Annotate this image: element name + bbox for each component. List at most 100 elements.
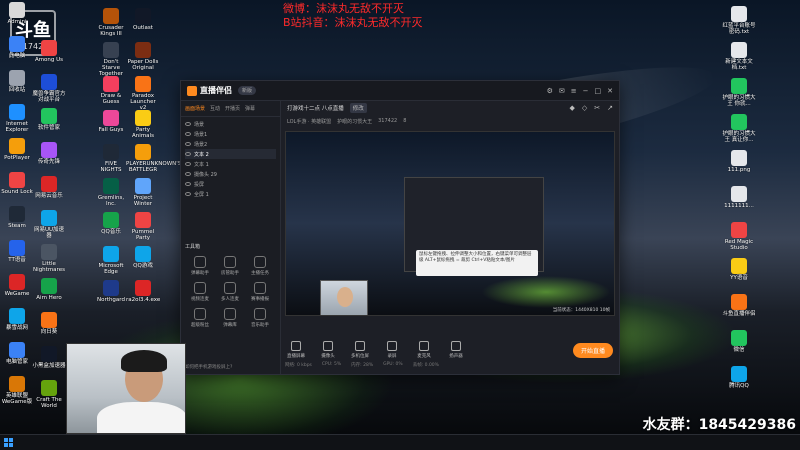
eye-icon[interactable] <box>185 182 191 186</box>
desktop-icon[interactable]: 向日葵 <box>32 312 66 335</box>
version-pill[interactable]: 新版 <box>238 86 257 95</box>
clip-icon[interactable]: ✂ <box>594 104 600 112</box>
left-tab[interactable]: 互动 <box>210 105 220 112</box>
windows-start-icon[interactable] <box>0 435 16 450</box>
desktop-icon[interactable]: WeGame <box>0 274 34 297</box>
camera-source-thumbnail[interactable] <box>320 280 368 315</box>
desktop-icon[interactable]: PLAYERUNKNOWN'S BATTLEGR <box>126 144 181 173</box>
eye-icon[interactable] <box>185 162 191 166</box>
tool-item[interactable]: 音乐助手 <box>245 308 275 328</box>
desktop-icon[interactable]: 传奇先锋 <box>32 142 66 165</box>
desktop-icon[interactable]: YY语音 <box>722 258 756 281</box>
desktop-icon[interactable]: Project Winter <box>126 178 160 207</box>
desktop-icon[interactable]: Party Animals <box>126 110 160 139</box>
desktop-icon[interactable]: 回收站 <box>0 70 34 93</box>
desktop-icon[interactable]: Crusader Kings III <box>94 8 128 37</box>
desktop-icon[interactable]: FIVE NIGHTS <box>94 144 128 173</box>
desktop-icon[interactable]: 此电脑 <box>0 36 34 59</box>
tool-item[interactable]: 弹幕库 <box>215 308 245 328</box>
gift-icon[interactable]: ◆ <box>569 104 574 112</box>
left-tab[interactable]: 弹幕 <box>245 105 255 112</box>
left-tab[interactable]: 开播页 <box>225 105 240 112</box>
stream-preview[interactable]: 鼠标左键拖拽、拉伸调整大小和位置，右键菜单可调整层级 ALT+鼠标拖拽 = 裁剪… <box>285 131 615 316</box>
desktop-icon[interactable]: Microsoft Edge <box>94 246 128 275</box>
streaming-app-window[interactable]: 直播伴侣 新版 ⚙ ✉ ≡ − □ ✕ 画面场景 互动 开播页 弹幕 场景 场景1 场景2… <box>180 80 620 375</box>
desktop-icon[interactable]: 斗鱼直播伴侣 <box>722 294 756 317</box>
desktop-icon[interactable]: 暴雪战网 <box>0 308 34 331</box>
desktop-icon[interactable]: 电脑管家 <box>0 342 34 365</box>
tool-item[interactable]: 弹幕助手 <box>185 256 215 276</box>
app-titlebar[interactable]: 直播伴侣 新版 ⚙ ✉ ≡ − □ ✕ <box>181 81 619 101</box>
desktop-icon[interactable]: 腾讯QQ <box>722 366 756 389</box>
scene-row[interactable]: 场景2 <box>185 139 276 149</box>
bottom-tool[interactable]: 多机位屏 <box>349 341 371 359</box>
desktop-icon[interactable]: Steam <box>0 206 34 229</box>
footer-hint[interactable]: 如何把手机游戏投屏上? <box>185 364 232 370</box>
scene-row[interactable]: 摄像头 29 <box>185 169 276 179</box>
scene-row[interactable]: 文本 2 <box>185 149 276 159</box>
bottom-tool[interactable]: 麦克风 <box>413 341 435 359</box>
desktop-icon[interactable]: Among Us <box>32 40 66 63</box>
scene-row[interactable]: 场景 <box>185 119 276 129</box>
desktop-icon[interactable]: 护眼的习惯大王 你就... <box>722 78 756 107</box>
desktop-icon[interactable]: Fall Guys <box>94 110 128 133</box>
left-tab[interactable]: 画面场景 <box>185 105 205 112</box>
settings-icon[interactable]: ⚙ <box>547 87 553 95</box>
share-icon[interactable]: ↗ <box>607 104 613 112</box>
eye-icon[interactable] <box>185 152 191 156</box>
desktop-icon[interactable]: QQ音乐 <box>94 212 128 235</box>
stream-category[interactable]: LOL手游 · 英雄联盟 <box>287 118 331 125</box>
start-stream-button[interactable]: 开始直播 <box>572 342 613 358</box>
eye-icon[interactable] <box>185 122 191 126</box>
tool-item[interactable]: 房管助手 <box>215 256 245 276</box>
scene-row[interactable]: 投屏 <box>185 179 276 189</box>
desktop-icon[interactable]: PotPlayer <box>0 138 34 161</box>
desktop-icon[interactable]: TT语音 <box>0 240 34 263</box>
desktop-icon[interactable]: Sound Lock <box>0 172 34 195</box>
desktop-icon[interactable]: Admini <box>0 2 34 25</box>
eye-icon[interactable] <box>185 132 191 136</box>
desktop-icon[interactable]: Gremlins, Inc. <box>94 178 128 207</box>
desktop-icon[interactable]: 1111111... <box>722 186 756 209</box>
desktop-icon[interactable]: 小黑盒加速器 <box>32 346 66 369</box>
desktop-icon[interactable]: 英雄联盟 WeGame版 <box>0 376 34 405</box>
desktop-icon[interactable]: Red Magic Studio <box>722 222 756 251</box>
bottom-tool[interactable]: 摄像头 <box>317 341 339 359</box>
eye-icon[interactable] <box>185 142 191 146</box>
desktop-icon[interactable]: Pummel Party <box>126 212 160 241</box>
desktop-icon[interactable]: 111.png <box>722 150 756 173</box>
eye-icon[interactable] <box>185 172 191 176</box>
desktop-icon[interactable]: Little Nightmares <box>32 244 66 273</box>
menu-icon[interactable]: ≡ <box>571 87 577 95</box>
tool-item[interactable]: 主播任务 <box>245 256 275 276</box>
tool-item[interactable]: 赛事播报 <box>245 282 275 302</box>
maximize-icon[interactable]: □ <box>595 87 602 95</box>
scene-row[interactable]: 全屏 1 <box>185 189 276 199</box>
desktop-icon[interactable]: Paradox Launcher v2 <box>126 76 160 111</box>
desktop-icon[interactable]: Don't Starve Together <box>94 42 128 77</box>
desktop-icon[interactable]: Draw & Guess <box>94 76 128 105</box>
desktop-icon[interactable]: 新建文本文档.txt <box>722 42 756 71</box>
chat-icon[interactable]: ◇ <box>582 104 587 112</box>
eye-icon[interactable] <box>185 192 191 196</box>
desktop-icon[interactable]: 护眼的习惯大王 真让你... <box>722 114 756 143</box>
desktop-icon[interactable]: 网易UU加速器 <box>32 210 66 239</box>
bottom-tool[interactable]: 录屏 <box>381 341 403 359</box>
scene-row[interactable]: 文本 1 <box>185 159 276 169</box>
desktop-icon[interactable]: ra2ol3.4.exe <box>126 280 160 303</box>
tool-item[interactable]: 超级粉丝 <box>185 308 215 328</box>
desktop-icon[interactable]: Internet Explorer <box>0 104 34 133</box>
desktop-icon[interactable]: QQ游戏 <box>126 246 160 269</box>
scene-row[interactable]: 场景1 <box>185 129 276 139</box>
bottom-tool[interactable]: 扬声器 <box>445 341 467 359</box>
desktop-icon[interactable]: 网易云音乐 <box>32 176 66 199</box>
edit-title-button[interactable]: 修改 <box>349 103 367 113</box>
desktop-icon[interactable]: Paper Dolls Original <box>126 42 160 71</box>
close-icon[interactable]: ✕ <box>607 87 613 95</box>
desktop-icon[interactable]: 微信 <box>722 330 756 353</box>
desktop-icon[interactable]: Aim Hero <box>32 278 66 301</box>
tool-item[interactable]: 视频连麦 <box>185 282 215 302</box>
desktop-icon[interactable]: Northgard <box>94 280 128 303</box>
desktop-icon[interactable]: 软件管家 <box>32 108 66 131</box>
tool-item[interactable]: 多人连麦 <box>215 282 245 302</box>
